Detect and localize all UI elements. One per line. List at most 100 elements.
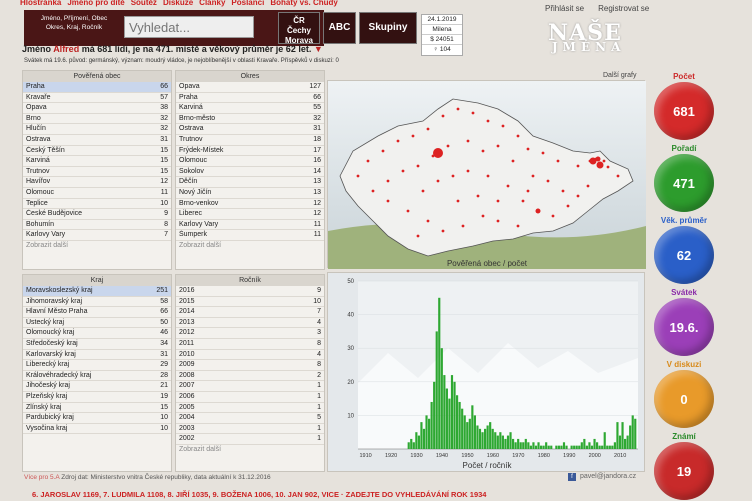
table-row[interactable]: Děčín 13 xyxy=(176,177,324,188)
table-row[interactable]: Jihočeský kraj 21 xyxy=(23,381,171,392)
facebook-icon[interactable]: f xyxy=(568,473,576,481)
site-logo[interactable]: NAŠE JMÉNA xyxy=(548,20,638,54)
table-row[interactable]: 2009 8 xyxy=(176,360,324,371)
okres-more-link[interactable]: Zobrazit další xyxy=(176,241,324,251)
table-row[interactable]: 2012 3 xyxy=(176,328,324,339)
table-row[interactable]: Ostrava 31 xyxy=(176,124,324,135)
table-row[interactable]: Karlovarský kraj 31 xyxy=(23,350,171,361)
name-day-box[interactable]: 24.1.2019 Milena $ 24051 ♀ 104 xyxy=(421,14,463,56)
table-row[interactable]: Pardubický kraj 10 xyxy=(23,413,171,424)
table-row[interactable]: Opava 38 xyxy=(23,103,171,114)
stat-circle[interactable]: 0 xyxy=(654,370,714,428)
table-row[interactable]: Trutnov 18 xyxy=(176,135,324,146)
table-row[interactable]: 2010 4 xyxy=(176,350,324,361)
nav-item-4[interactable]: Články xyxy=(199,0,225,7)
cr-region-button[interactable]: ČR Čechy Morava xyxy=(278,12,320,45)
nav-item-6[interactable]: Bohatý vs. Chudý xyxy=(270,0,338,7)
rocnik-more-link[interactable]: Zobrazit další xyxy=(176,445,324,455)
table-row[interactable]: Vysočina kraj 10 xyxy=(23,424,171,435)
register-link[interactable]: Registrovat se xyxy=(598,4,649,13)
table-row[interactable]: Královéhradecký kraj 28 xyxy=(23,371,171,382)
table-row[interactable]: Sokolov 14 xyxy=(176,167,324,178)
table-row[interactable]: Hlavní Město Praha 66 xyxy=(23,307,171,318)
table-row[interactable]: 2005 1 xyxy=(176,403,324,414)
obec-more-link[interactable]: Zobrazit další xyxy=(23,241,171,251)
table-row[interactable]: Hlučín 32 xyxy=(23,124,171,135)
table-row[interactable]: Teplice 10 xyxy=(23,199,171,210)
table-row[interactable]: Olomouc 11 xyxy=(23,188,171,199)
nav-item-5[interactable]: Poslanci xyxy=(231,0,264,7)
table-row[interactable]: Frýdek-Místek 17 xyxy=(176,146,324,157)
table-row[interactable]: Olomoucký kraj 46 xyxy=(23,328,171,339)
nav-item-1[interactable]: Jméno pro dítě xyxy=(67,0,124,7)
table-row[interactable]: 2003 1 xyxy=(176,424,324,435)
table-row[interactable]: 2013 4 xyxy=(176,318,324,329)
table-row[interactable]: 2006 1 xyxy=(176,392,324,403)
table-row[interactable]: Karlovy Vary 7 xyxy=(23,230,171,241)
stat-circle[interactable]: 19 xyxy=(654,442,714,500)
stat-5[interactable]: Známí 19 xyxy=(653,432,715,500)
row-label: 2008 xyxy=(179,371,195,379)
table-row[interactable]: 2008 2 xyxy=(176,371,324,382)
table-row[interactable]: Liberecký kraj 29 xyxy=(23,360,171,371)
nav-item-0[interactable]: Hlostránka xyxy=(20,0,61,7)
histogram-bar xyxy=(540,445,543,449)
stat-2[interactable]: Věk. průměr 62 xyxy=(653,216,715,284)
stat-3[interactable]: Svátek 19.6. xyxy=(653,288,715,356)
table-row[interactable]: Brno 32 xyxy=(23,114,171,125)
email-text[interactable]: pavel@jandora.cz xyxy=(580,473,636,480)
table-row[interactable]: Trutnov 15 xyxy=(23,167,171,178)
table-row[interactable]: Olomouc 16 xyxy=(176,156,324,167)
table-row[interactable]: Praha 66 xyxy=(23,82,171,93)
stat-circle[interactable]: 62 xyxy=(654,226,714,284)
table-row[interactable]: Šumperk 11 xyxy=(176,230,324,241)
table-row[interactable]: 2016 9 xyxy=(176,286,324,297)
top-names-ticker[interactable]: 6. JAROSLAV 1169, 7. LUDMILA 1108, 8. JI… xyxy=(32,490,486,499)
table-row[interactable]: Kravaře 57 xyxy=(23,93,171,104)
stat-1[interactable]: Pořadí 471 xyxy=(653,144,715,212)
table-row[interactable]: Moravskoslezský kraj 251 xyxy=(23,286,171,297)
table-row[interactable]: 2011 8 xyxy=(176,339,324,350)
table-row[interactable]: Středočeský kraj 34 xyxy=(23,339,171,350)
abc-button[interactable]: ABC xyxy=(323,12,356,44)
table-row[interactable]: Nový Jičín 13 xyxy=(176,188,324,199)
table-row[interactable]: Karviná 55 xyxy=(176,103,324,114)
table-row[interactable]: Karlovy Vary 11 xyxy=(176,220,324,231)
stat-circle[interactable]: 681 xyxy=(654,82,714,140)
table-row[interactable]: 2015 10 xyxy=(176,297,324,308)
table-row[interactable]: 2004 5 xyxy=(176,413,324,424)
table-row[interactable]: Brno-venkov 12 xyxy=(176,199,324,210)
more-charts-link[interactable]: Další grafy xyxy=(603,72,636,79)
login-link[interactable]: Přihlásit se xyxy=(545,4,584,13)
table-row[interactable]: Liberec 12 xyxy=(176,209,324,220)
stat-0[interactable]: Počet 681 xyxy=(653,72,715,140)
table-row[interactable]: Havířov 12 xyxy=(23,177,171,188)
contact-email[interactable]: f pavel@jandora.cz xyxy=(568,473,636,481)
table-row[interactable]: Brno-město 32 xyxy=(176,114,324,125)
table-row[interactable]: 2002 1 xyxy=(176,434,324,445)
table-row[interactable]: Jihomoravský kraj 58 xyxy=(23,297,171,308)
table-row[interactable]: Ústecký kraj 50 xyxy=(23,318,171,329)
nav-item-2[interactable]: Soutěž xyxy=(131,0,157,7)
table-row[interactable]: Bohumín 8 xyxy=(23,220,171,231)
table-row[interactable]: Opava 127 xyxy=(176,82,324,93)
skupiny-button[interactable]: Skupiny xyxy=(359,12,417,44)
footer-prefix[interactable]: Více pro 5.A xyxy=(24,474,59,481)
table-row[interactable]: Ostrava 31 xyxy=(23,135,171,146)
table-row[interactable]: 2014 7 xyxy=(176,307,324,318)
okres-panel: Okres Opava 127 Praha 66 Karviná 55 Brno-město… xyxy=(175,70,325,270)
table-row[interactable]: Zlínský kraj 15 xyxy=(23,403,171,414)
table-row[interactable]: České Budějovice 9 xyxy=(23,209,171,220)
table-row[interactable]: Plzeňský kraj 19 xyxy=(23,392,171,403)
table-row[interactable]: Praha 66 xyxy=(176,93,324,104)
czech-map[interactable] xyxy=(328,81,646,269)
stat-4[interactable]: V diskuzi 0 xyxy=(653,360,715,428)
stat-circle[interactable]: 19.6. xyxy=(654,298,714,356)
table-row[interactable]: Český Těšín 15 xyxy=(23,146,171,157)
table-row[interactable]: 2007 1 xyxy=(176,381,324,392)
search-input[interactable] xyxy=(124,16,254,38)
stat-circle[interactable]: 471 xyxy=(654,154,714,212)
table-row[interactable]: Karviná 15 xyxy=(23,156,171,167)
arrow-down-icon[interactable]: ▼ xyxy=(314,44,323,54)
nav-item-3[interactable]: Diskuze xyxy=(163,0,193,7)
